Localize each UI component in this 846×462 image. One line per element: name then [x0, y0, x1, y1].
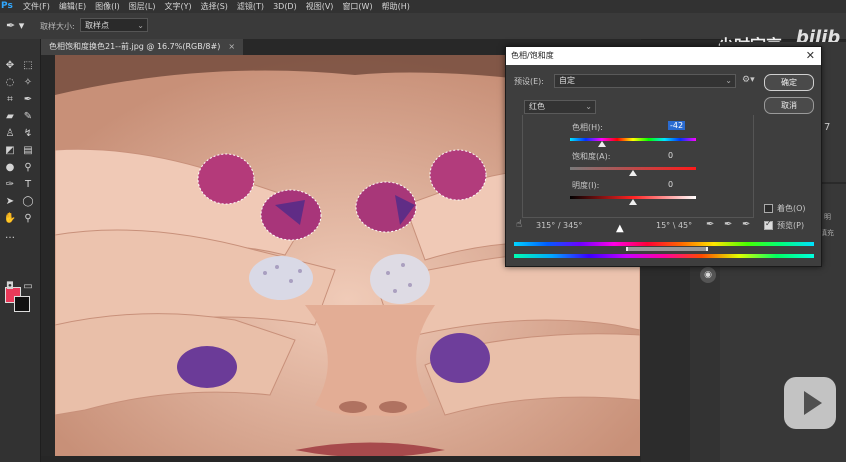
targeted-adjustment-hand-icon[interactable]: ☝ — [516, 219, 522, 230]
preset-label: 预设(E): — [514, 77, 544, 86]
fill-label: 填充 — [820, 229, 834, 237]
menu-item-3[interactable]: 图层(L) — [129, 0, 156, 13]
lightness-slider-thumb[interactable] — [629, 199, 637, 205]
menu-item-10[interactable]: 帮助(H) — [382, 0, 410, 13]
close-icon[interactable]: × — [228, 42, 235, 51]
healing-brush-icon[interactable]: ▰ — [2, 110, 18, 124]
preset-options-gear-icon[interactable]: ⚙▾ — [742, 75, 755, 85]
sample-size-value: 取样点 — [85, 21, 109, 30]
close-icon[interactable]: ✕ — [801, 47, 815, 65]
menu-item-5[interactable]: 选择(S) — [201, 0, 228, 13]
sample-size-label: 取样大小: — [40, 22, 75, 31]
preset-value: 自定 — [559, 76, 575, 85]
range-right-value: 15° \ 45° — [656, 221, 693, 230]
range-left-value: 315° / 345° — [536, 221, 583, 230]
opacity-label: 明 — [824, 213, 831, 221]
quick-mask-icon[interactable]: ◘ — [2, 280, 18, 294]
blur-tool-icon[interactable]: ● — [2, 161, 18, 175]
dialog-title: 色相/饱和度 — [511, 51, 554, 60]
menu-item-7[interactable]: 3D(D) — [273, 0, 297, 13]
eyedropper-icon[interactable]: ✒ — [706, 219, 714, 230]
background-color-swatch[interactable] — [14, 296, 30, 312]
brush-tool-icon[interactable]: ✎ — [20, 110, 36, 124]
sample-size-select[interactable]: 取样点 ⌄ — [80, 18, 148, 32]
menu-bar: Ps 文件(F) 编辑(E) 图像(I) 图层(L) 文字(Y) 选择(S) 滤镜(T) 3D… — [0, 0, 846, 13]
lightness-label: 明度(I): — [572, 181, 600, 190]
preset-select[interactable]: 自定 ⌄ — [554, 74, 736, 88]
menu-item-2[interactable]: 图像(I) — [95, 0, 120, 13]
play-triangle-icon — [804, 391, 822, 415]
chevron-down-icon: ⌄ — [725, 76, 732, 85]
photoshop-logo: Ps — [1, 1, 13, 11]
magic-wand-icon[interactable]: ✧ — [20, 76, 36, 90]
options-bar: ✒ ▾ 取样大小: 取样点 ⌄ 少时宗恴 bilib — [0, 13, 846, 55]
mouse-cursor-icon: ▲ — [616, 223, 624, 234]
move-tool-icon[interactable]: ✥ — [2, 59, 18, 73]
chevron-down-icon: ⌄ — [585, 102, 592, 111]
saturation-value[interactable]: 0 — [668, 151, 673, 160]
document-tab[interactable]: 色相饱和度换色21--前.jpg @ 16.7%(RGB/8#) × — [41, 39, 244, 55]
hand-tool-icon[interactable]: ✋ — [2, 212, 18, 226]
range-selector[interactable] — [626, 247, 708, 251]
eyedropper-tool-icon[interactable]: ✒ ▾ — [6, 19, 28, 33]
hue-slider-track[interactable] — [570, 138, 696, 141]
panel-toggle-icon[interactable]: ◉ — [700, 267, 716, 283]
status-bar — [41, 456, 641, 462]
gradient-tool-icon[interactable]: ▤ — [20, 144, 36, 158]
hue-value[interactable]: -42 — [668, 121, 686, 130]
ok-button[interactable]: 确定 — [764, 74, 814, 91]
channel-select[interactable]: 红色 ⌄ — [524, 100, 596, 114]
eraser-tool-icon[interactable]: ◩ — [2, 144, 18, 158]
cancel-button[interactable]: 取消 — [764, 97, 814, 114]
hue-label: 色相(H): — [572, 123, 603, 132]
zoom-tool-icon[interactable]: ⚲ — [20, 212, 36, 226]
crop-tool-icon[interactable]: ⌗ — [2, 93, 18, 107]
tools-panel: ✥ ⬚ ◌ ✧ ⌗ ✒ ▰ ✎ ♙ ↯ ◩ ▤ ● ⚲ ✑ T ➤ ◯ ✋ ⚲ … — [0, 39, 41, 462]
output-color-bar — [514, 254, 814, 258]
dialog-titlebar: 色相/饱和度 ✕ — [506, 47, 821, 65]
shape-tool-icon[interactable]: ◯ — [20, 195, 36, 209]
saturation-label: 饱和度(A): — [572, 152, 611, 161]
eyedropper-icon[interactable]: ✒ — [20, 93, 36, 107]
colorize-label: 着色(O) — [777, 204, 806, 213]
menu-item-6[interactable]: 滤镜(T) — [237, 0, 264, 13]
preview-label: 预览(P) — [777, 221, 805, 230]
pen-tool-icon[interactable]: ✑ — [2, 178, 18, 192]
path-select-icon[interactable]: ➤ — [2, 195, 18, 209]
eyedropper-minus-icon[interactable]: ✒ — [742, 219, 750, 230]
menu-items: 文件(F) 编辑(E) 图像(I) 图层(L) 文字(Y) 选择(S) 滤镜(T) 3D(D)… — [23, 0, 419, 13]
lasso-tool-icon[interactable]: ◌ — [2, 76, 18, 90]
menu-item-4[interactable]: 文字(Y) — [164, 0, 191, 13]
colorize-checkbox[interactable] — [764, 204, 773, 213]
menu-item-9[interactable]: 窗口(W) — [342, 0, 372, 13]
dodge-tool-icon[interactable]: ⚲ — [20, 161, 36, 175]
document-tab-title: 色相饱和度换色21--前.jpg @ 16.7%(RGB/8#) — [49, 42, 221, 51]
hue-saturation-dialog: 色相/饱和度 ✕ 预设(E): 自定 ⌄ ⚙▾ 确定 取消 红色 ⌄ 色相(H)… — [505, 46, 822, 267]
menu-item-1[interactable]: 编辑(E) — [59, 0, 86, 13]
video-play-icon[interactable] — [784, 377, 836, 429]
chevron-down-icon: ⌄ — [137, 21, 144, 30]
clone-stamp-icon[interactable]: ♙ — [2, 127, 18, 141]
menu-item-8[interactable]: 视图(V) — [306, 0, 334, 13]
input-color-bar — [514, 242, 814, 246]
screen-mode-icon[interactable]: ▭ — [20, 280, 36, 294]
panel-glyph: 7 — [824, 122, 831, 133]
preview-checkbox[interactable] — [764, 219, 773, 230]
lightness-value[interactable]: 0 — [668, 180, 673, 189]
hue-slider-thumb[interactable] — [597, 141, 606, 147]
history-brush-icon[interactable]: ↯ — [20, 127, 36, 141]
channel-value: 红色 — [529, 102, 545, 111]
more-tools-icon[interactable]: … — [2, 229, 18, 243]
saturation-slider-thumb[interactable] — [629, 170, 637, 176]
marquee-tool-icon[interactable]: ⬚ — [20, 59, 36, 73]
type-tool-icon[interactable]: T — [20, 178, 36, 192]
menu-item-0[interactable]: 文件(F) — [23, 0, 50, 13]
eyedropper-plus-icon[interactable]: ✒ — [724, 219, 732, 230]
